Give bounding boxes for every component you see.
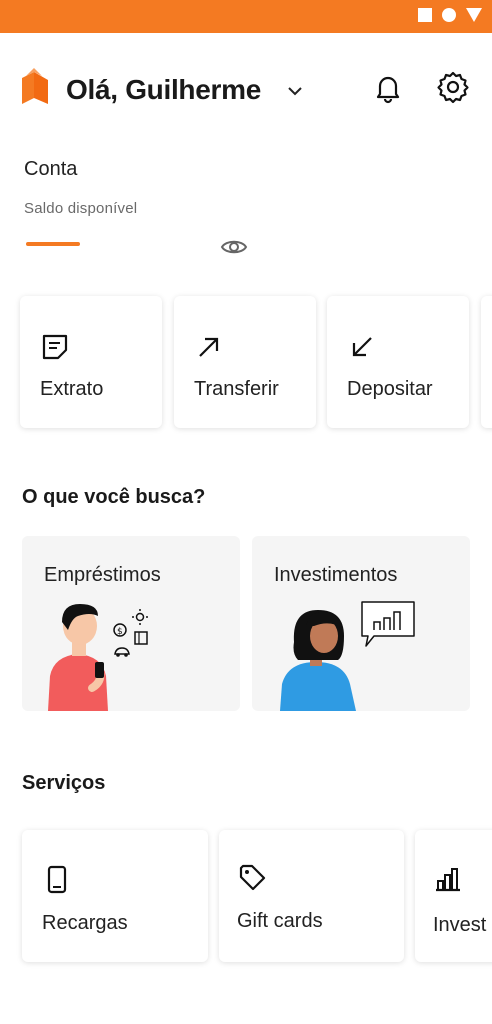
phone-icon [47,865,67,894]
invest-card[interactable]: Invest [415,830,492,962]
deposit-label: Depositar [347,378,433,400]
more-action-card[interactable] [481,296,492,428]
arrow-up-right-icon [199,337,219,357]
status-triangle-icon [466,8,482,22]
account-title: Conta [24,158,78,180]
statement-label: Extrato [40,378,104,400]
status-circle-icon [442,8,456,22]
balance-label: Saldo disponível [24,200,138,217]
services-list: Recargas Gift cards Invest [22,830,492,962]
deposit-card[interactable]: Depositar [327,296,469,428]
bar-chart-icon [436,868,460,892]
gift-cards-card[interactable]: Gift cards [219,830,404,962]
services-section-title: Serviços [22,772,106,794]
greeting-title[interactable]: Olá, Guilherme [66,74,261,106]
status-square-icon [418,8,432,22]
recharge-card[interactable]: Recargas [22,830,208,962]
transfer-label: Transferir [194,378,279,400]
app-logo-icon [22,68,48,104]
statement-card[interactable]: Extrato [20,296,162,428]
eye-icon[interactable] [220,236,248,258]
transfer-card[interactable]: Transferir [174,296,316,428]
arrow-down-left-icon [352,337,372,357]
investments-illustration [280,601,415,711]
investments-card[interactable]: Investimentos [252,536,470,711]
chevron-down-icon[interactable] [286,82,304,100]
loans-illustration: $ [48,604,148,711]
tag-icon [239,864,266,891]
header: Olá, Guilherme [0,60,492,120]
status-bar [0,0,492,33]
gear-icon[interactable] [436,70,470,104]
bell-icon[interactable] [372,72,404,104]
investments-label: Investimentos [274,564,398,586]
recharge-label: Recargas [42,912,128,934]
search-section-title: O que você busca? [22,486,206,508]
gift-cards-label: Gift cards [237,910,323,932]
svg-text:$: $ [117,627,123,637]
loans-card[interactable]: Empréstimos $ [22,536,240,711]
quick-actions: Extrato Transferir Depositar [20,296,492,428]
balance-hidden-indicator [26,242,80,246]
invest-label: Invest [433,914,487,936]
loans-label: Empréstimos [44,564,161,586]
statement-icon [42,334,68,360]
